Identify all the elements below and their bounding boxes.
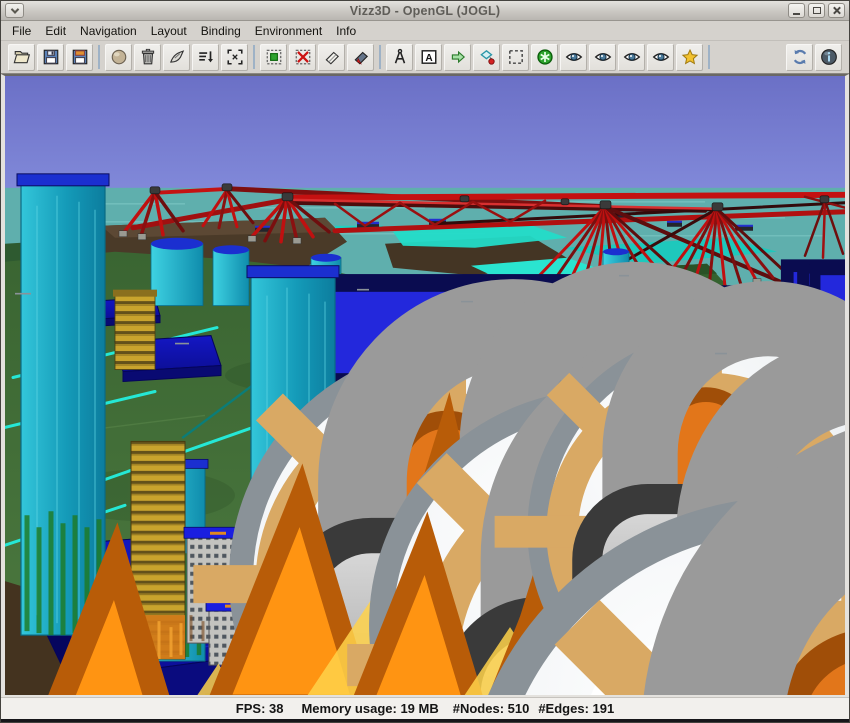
fit-view-button[interactable] xyxy=(221,44,248,71)
save-icon xyxy=(42,48,60,66)
vizz3d-scene xyxy=(5,76,845,695)
eraser-red-icon xyxy=(352,48,370,66)
sphere-icon xyxy=(110,48,128,66)
save-as-icon xyxy=(71,48,89,66)
eye-toggle-2-button[interactable] xyxy=(589,44,616,71)
arrow-right-icon xyxy=(449,48,467,66)
info-button[interactable] xyxy=(815,44,842,71)
menubar: File Edit Navigation Layout Binding Envi… xyxy=(1,21,849,40)
star-favorite-button[interactable] xyxy=(676,44,703,71)
window-controls xyxy=(788,3,845,18)
folder-open-icon xyxy=(13,48,31,66)
measure-compass-button[interactable] xyxy=(386,44,413,71)
save-as-button[interactable] xyxy=(66,44,93,71)
menu-file[interactable]: File xyxy=(5,22,38,40)
refresh-button[interactable] xyxy=(786,44,813,71)
maximize-button[interactable] xyxy=(808,3,825,18)
edge-count: #Edges: 191 xyxy=(538,701,614,716)
snap-green-button[interactable] xyxy=(531,44,558,71)
move-node-button[interactable] xyxy=(473,44,500,71)
sort-layers-button[interactable] xyxy=(192,44,219,71)
sphere-mode-button[interactable] xyxy=(105,44,132,71)
save-button[interactable] xyxy=(37,44,64,71)
remove-node-button[interactable] xyxy=(289,44,316,71)
compass-icon xyxy=(391,48,409,66)
toolbar-separator xyxy=(253,45,255,69)
sky xyxy=(5,76,845,196)
maximize-icon xyxy=(813,7,821,14)
close-icon xyxy=(832,6,841,15)
eraser-icon xyxy=(323,48,341,66)
sort-icon xyxy=(197,48,215,66)
toolbar: A xyxy=(1,40,849,74)
menu-environment[interactable]: Environment xyxy=(248,22,329,40)
remove-node-icon xyxy=(294,48,312,66)
eye-toggle-1-button[interactable] xyxy=(560,44,587,71)
menu-binding[interactable]: Binding xyxy=(194,22,248,40)
go-arrow-button[interactable] xyxy=(444,44,471,71)
eye-icon xyxy=(623,48,641,66)
teal-tower xyxy=(17,174,109,635)
menu-layout[interactable]: Layout xyxy=(144,22,194,40)
toolbar-separator xyxy=(98,45,100,69)
window-title: Vizz3D - OpenGL (JOGL) xyxy=(1,4,849,18)
svg-text:A: A xyxy=(425,53,433,64)
eye-icon xyxy=(594,48,612,66)
eye-icon xyxy=(652,48,670,66)
refresh-icon xyxy=(791,48,809,66)
menu-info[interactable]: Info xyxy=(329,22,363,40)
toolbar-separator xyxy=(708,45,710,69)
3d-viewport[interactable] xyxy=(1,74,849,697)
eye-icon xyxy=(565,48,583,66)
star-icon xyxy=(681,48,699,66)
move-node-icon xyxy=(478,48,496,66)
erase-marked-button[interactable] xyxy=(347,44,374,71)
statusbar: FPS: 38 Memory usage: 19 MB #Nodes: 510 … xyxy=(1,697,849,722)
memory-usage: Memory usage: 19 MB xyxy=(301,701,438,716)
close-button[interactable] xyxy=(828,3,845,18)
node-count: #Nodes: 510 xyxy=(453,701,530,716)
add-node-icon xyxy=(265,48,283,66)
eye-toggle-4-button[interactable] xyxy=(647,44,674,71)
eye-toggle-3-button[interactable] xyxy=(618,44,645,71)
fps-value: FPS: 38 xyxy=(236,701,284,716)
add-node-button[interactable] xyxy=(260,44,287,71)
erase-light-button[interactable] xyxy=(318,44,345,71)
toolbar-separator xyxy=(379,45,381,69)
info-icon xyxy=(820,48,838,66)
label-text-button[interactable]: A xyxy=(415,44,442,71)
minimize-icon xyxy=(793,13,800,15)
delete-button[interactable] xyxy=(134,44,161,71)
selection-box-icon xyxy=(507,48,525,66)
selection-box-button[interactable] xyxy=(502,44,529,71)
trash-icon xyxy=(139,48,157,66)
fit-brackets-icon xyxy=(226,48,244,66)
titlebar: Vizz3D - OpenGL (JOGL) xyxy=(1,1,849,21)
vizz3d-window: Vizz3D - OpenGL (JOGL) File Edit Navigat… xyxy=(0,0,850,723)
label-a-icon: A xyxy=(420,48,438,66)
minimize-button[interactable] xyxy=(788,3,805,18)
menu-navigation[interactable]: Navigation xyxy=(73,22,144,40)
paint-tool-button[interactable] xyxy=(163,44,190,71)
open-file-button[interactable] xyxy=(8,44,35,71)
green-asterisk-icon xyxy=(536,48,554,66)
paint-knife-icon xyxy=(168,48,186,66)
menu-edit[interactable]: Edit xyxy=(38,22,73,40)
